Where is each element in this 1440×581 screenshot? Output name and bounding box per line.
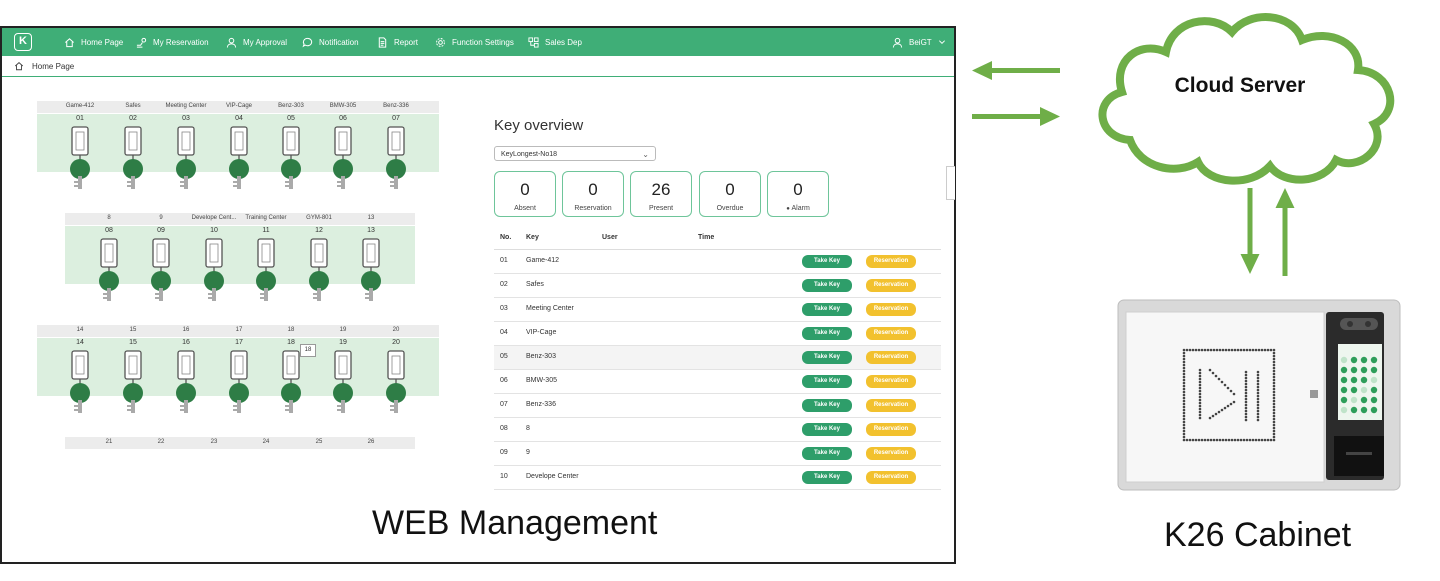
k26-cabinet-caption: K26 Cabinet: [1164, 516, 1352, 554]
cloud-server-label: Cloud Server: [1174, 74, 1306, 97]
k26-cabinet-illustration: [1117, 299, 1401, 491]
cloud-cabinet-arrows: [1240, 188, 1295, 276]
web-cloud-arrows: [972, 61, 1060, 126]
cloud-server-shape: [1098, 13, 1395, 185]
